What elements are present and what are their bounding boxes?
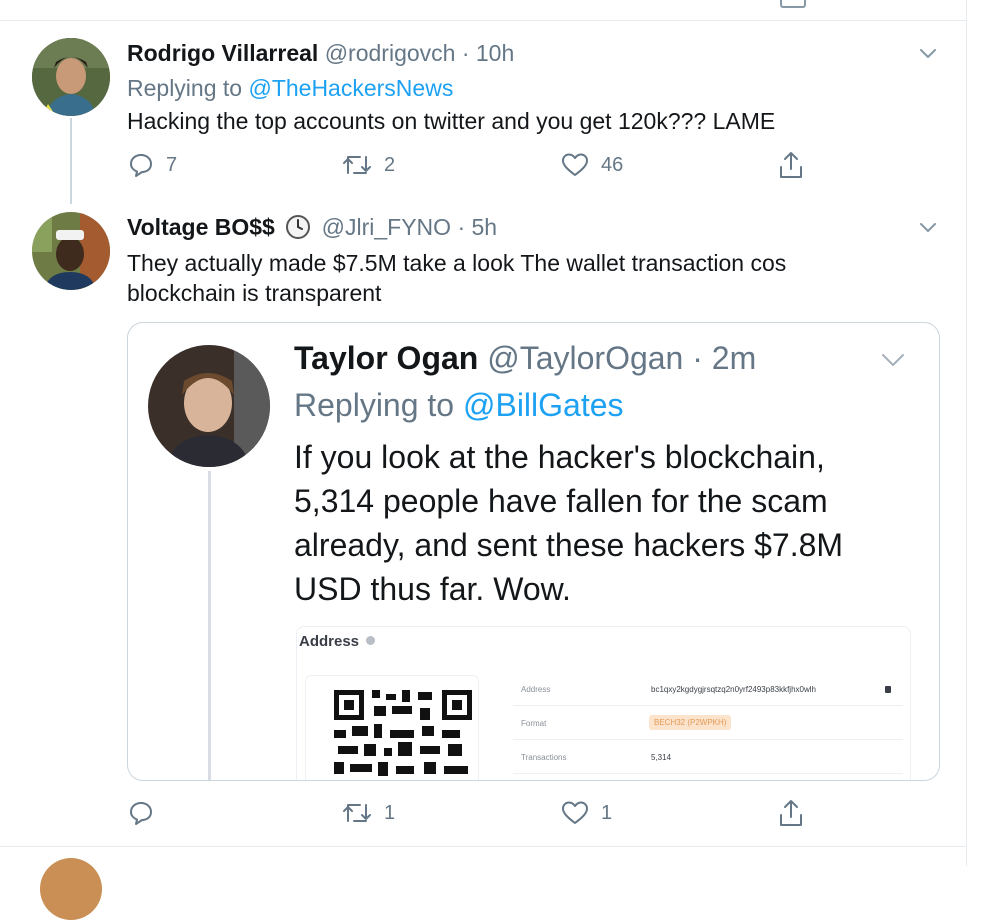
embedded-header: Taylor Ogan @TaylorOgan · 2m [294,340,756,377]
transactions-label: Transactions [521,753,567,762]
embedded-text-line: already, and sent these hackers $7.8M [294,527,844,563]
retweet-icon [343,804,371,822]
clock-icon [285,214,311,240]
row-divider [513,739,903,740]
timestamp[interactable]: 5h [472,214,498,240]
address-panel-title: Address [299,633,376,650]
address-title-text: Address [299,633,360,650]
info-icon [366,636,376,645]
author-handle[interactable]: @rodrigovch [325,40,456,66]
share-icon [780,800,802,826]
embedded-avatar [148,345,270,467]
share-icon [780,152,802,178]
reply-icon [130,154,152,177]
timeline-column: Rodrigo Villarreal @rodrigovch · 10h Rep… [0,0,967,920]
thread-connector [70,118,72,204]
retweet-count: 1 [384,801,396,824]
embedded-author-name: Taylor Ogan [294,340,479,376]
tweet-text: Hacking the top accounts on twitter and … [127,108,776,134]
share-icon-partial[interactable] [780,0,806,8]
chevron-down-icon[interactable] [920,49,936,59]
separator: · [457,214,466,240]
embedded-separator: · [692,340,703,376]
tweet-header: Voltage BO$$ @Jlri_FYNO · 5h [127,214,497,241]
reply-icon [130,802,152,825]
row-divider [513,705,903,706]
share-button[interactable] [778,150,804,180]
replying-prefix: Replying to [127,75,243,101]
separator: · [461,40,470,66]
timestamp[interactable]: 10h [476,40,514,66]
retweet-button[interactable]: 1 [342,800,395,826]
address-panel: Address Address bc1qxy2kgdygjrsqtzq2n0yr… [296,626,911,780]
share-button[interactable] [778,798,804,828]
retweet-icon [343,156,371,174]
tweet-text: They actually made $7.5M take a look The… [127,250,787,306]
format-label: Format [521,719,547,728]
avatar[interactable] [32,212,110,290]
divider [0,20,966,21]
embedded-chevron-icon [882,354,904,366]
tweet-header: Rodrigo Villarreal @rodrigovch · 10h [127,40,514,67]
replying-to: Replying to @TheHackersNews [127,75,453,102]
format-badge: BECH32 (P2WPKH) [649,715,732,730]
address-value: bc1qxy2kgdygjrsqtzq2n0yrf2493p83kkfjhx0w… [651,685,816,694]
author-name[interactable]: Rodrigo Villarreal [127,40,318,66]
qr-code-icon [334,690,472,776]
heart-icon [562,801,588,824]
avatar[interactable] [32,38,110,116]
author-name[interactable]: Voltage BO$$ [127,214,275,240]
next-tweet-avatar[interactable] [40,858,102,920]
retweet-button[interactable]: 2 [342,152,395,178]
embedded-author-handle: @TaylorOgan [487,340,684,376]
row-divider [513,773,903,774]
qr-box [305,675,479,780]
heart-icon [562,153,588,176]
retweet-count: 2 [384,153,396,176]
reply-button[interactable] [128,800,166,826]
embedded-replying-to: Replying to @BillGates [294,387,624,424]
like-count: 1 [601,801,613,824]
divider [0,846,966,847]
like-count: 46 [601,153,624,176]
embedded-text-line: USD thus far. Wow. [294,571,571,607]
embedded-thread-line [208,471,211,780]
embedded-replying-link: @BillGates [462,387,624,423]
address-label: Address [521,685,551,694]
copy-icon [885,686,891,693]
embedded-text: If you look at the hacker's blockchain, … [294,435,924,611]
embedded-text-line: If you look at the hacker's blockchain, [294,439,825,475]
embedded-text-line: 5,314 people have fallen for the scam [294,483,828,519]
replying-to-link[interactable]: @TheHackersNews [248,75,453,101]
embedded-replying-prefix: Replying to [294,387,455,423]
transactions-value: 5,314 [651,753,672,762]
like-button[interactable]: 46 [561,152,623,178]
reply-button[interactable]: 7 [128,152,177,178]
like-button[interactable]: 1 [561,800,612,826]
chevron-down-icon[interactable] [920,223,936,233]
tweet-image[interactable]: Taylor Ogan @TaylorOgan · 2m Replying to… [127,322,940,781]
embedded-timestamp: 2m [711,340,757,376]
reply-count: 7 [166,153,178,176]
author-handle[interactable]: @Jlri_FYNO [322,214,451,240]
